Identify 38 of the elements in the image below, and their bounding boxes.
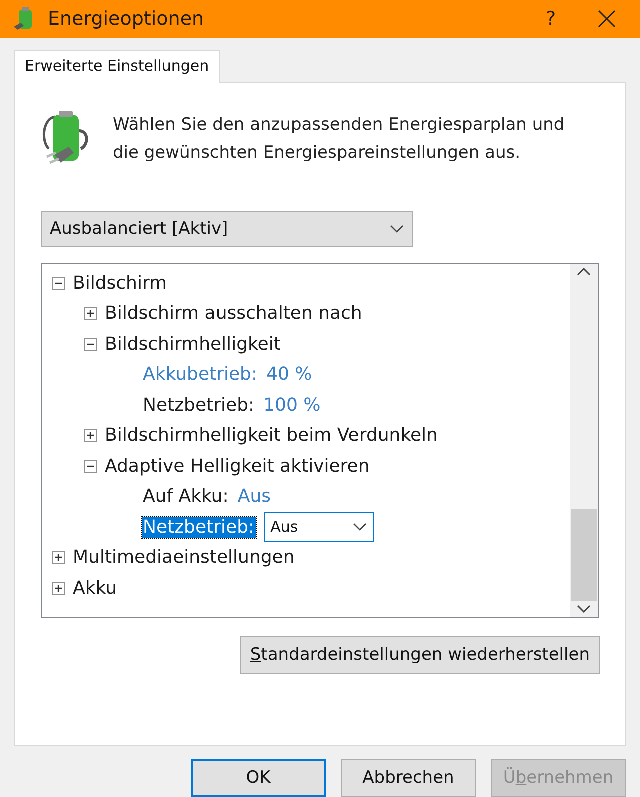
plan-dropdown[interactable]: Ausbalanciert [Aktiv] — [41, 211, 413, 247]
setting-label[interactable]: Netzbetrieb: — [142, 516, 256, 538]
setting-label[interactable]: Akkubetrieb: — [142, 364, 259, 386]
chevron-down-icon — [390, 225, 404, 233]
help-button[interactable]: ? — [528, 8, 574, 30]
dialog-button[interactable]: Abbrechen — [341, 759, 476, 797]
scroll-down-icon[interactable] — [577, 605, 591, 613]
tree-node[interactable]: Bildschirmhelligkeit — [105, 334, 281, 355]
collapse-icon[interactable] — [52, 276, 65, 290]
setting-label[interactable]: Auf Akku: — [142, 486, 230, 508]
setting-value[interactable]: Aus — [238, 486, 271, 508]
setting-dropdown[interactable]: Aus — [264, 512, 374, 542]
tree-node[interactable]: Multimediaeinstellungen — [73, 547, 295, 568]
intro-text: Wählen Sie den anzupassenden Energiesparplan und die gewünschten Energiespareinstellungen aus. — [113, 114, 566, 165]
tree-node[interactable]: Adaptive Helligkeit aktivieren — [105, 456, 370, 477]
window-title: Energieoptionen — [48, 8, 206, 30]
restore-defaults-button[interactable]: Standardeinstellungen wiederherstellen — [240, 636, 600, 674]
expand-icon[interactable] — [52, 551, 65, 564]
tree-node[interactable]: Bildschirm — [73, 272, 168, 294]
setting-value[interactable]: 40 % — [266, 364, 312, 386]
expand-icon[interactable] — [84, 429, 97, 442]
expand-icon[interactable] — [52, 582, 65, 595]
tree-node[interactable]: Bildschirm ausschalten nach — [105, 303, 362, 324]
scroll-up-icon[interactable] — [577, 268, 591, 276]
collapse-icon[interactable] — [84, 460, 97, 473]
scrollbar[interactable] — [570, 264, 598, 617]
setting-label[interactable]: Netzbetrieb: — [142, 394, 256, 416]
chevron-down-icon — [352, 523, 367, 532]
tree-node[interactable]: Bildschirmhelligkeit beim Verdunkeln — [105, 425, 438, 446]
expand-icon[interactable] — [84, 307, 97, 320]
collapse-icon[interactable] — [84, 338, 97, 351]
tab[interactable]: Erweiterte Einstellungen — [14, 50, 220, 83]
battery-plug-icon — [41, 109, 91, 167]
dialog-button[interactable]: OK — [191, 759, 326, 797]
close-icon[interactable] — [598, 10, 616, 28]
scroll-thumb[interactable] — [571, 509, 597, 601]
setting-value[interactable]: 100 % — [264, 394, 321, 416]
tree-node[interactable]: Akku — [73, 578, 118, 599]
